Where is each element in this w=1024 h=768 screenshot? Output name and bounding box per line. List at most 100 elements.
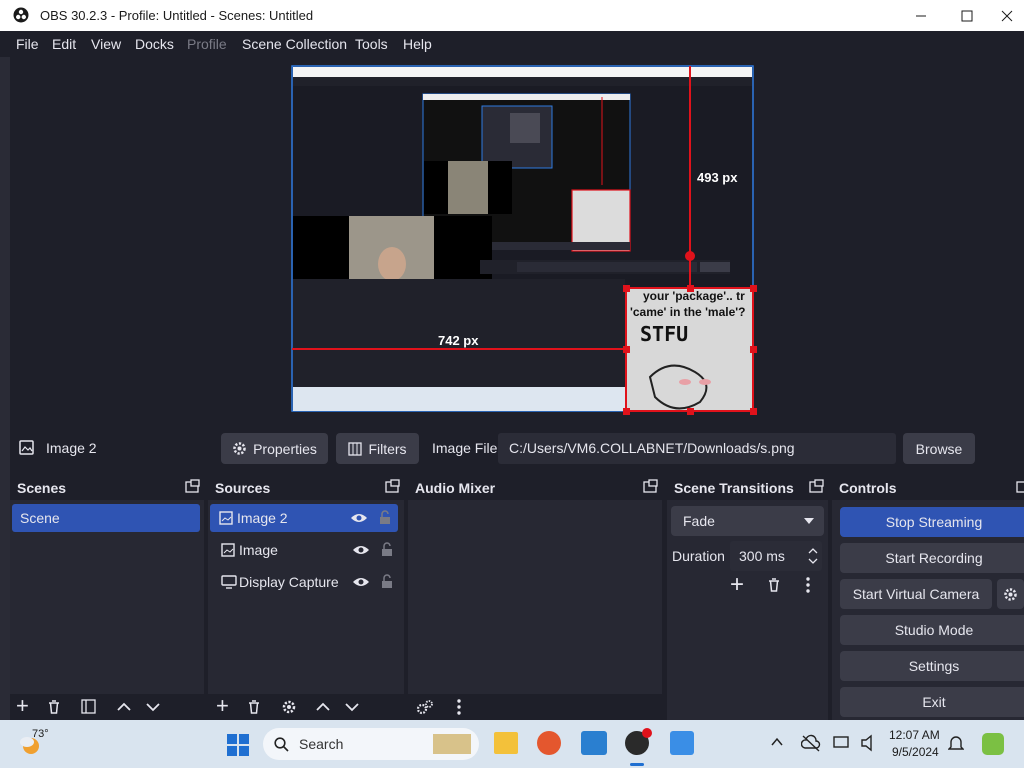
source-item[interactable]: Display Capture — [210, 568, 402, 596]
start-virtual-camera-button[interactable]: Start Virtual Camera — [840, 579, 992, 609]
move-source-down-button[interactable] — [344, 699, 360, 715]
undock-icon[interactable] — [809, 479, 824, 493]
more-options-button[interactable] — [455, 698, 463, 716]
transition-value: Fade — [683, 513, 715, 529]
properties-button[interactable]: Properties — [221, 433, 328, 464]
close-button[interactable] — [990, 0, 1024, 31]
meme-caption-line-3: STFU — [640, 322, 689, 346]
menu-profile[interactable]: Profile — [187, 36, 227, 52]
cloud-off-icon[interactable] — [801, 734, 821, 752]
add-source-button[interactable]: + — [216, 694, 229, 718]
lock-icon[interactable] — [381, 574, 393, 589]
plus-icon: + — [730, 571, 745, 598]
transition-select[interactable]: Fade — [671, 506, 824, 536]
undock-icon[interactable] — [1016, 479, 1024, 493]
virtual-camera-settings-button[interactable] — [997, 579, 1024, 609]
controls-dock: Controls Stop Streaming Start Recording … — [832, 474, 1024, 720]
remove-scene-button[interactable] — [46, 699, 62, 715]
source-properties-button[interactable] — [281, 699, 297, 715]
eye-icon[interactable] — [352, 576, 370, 588]
remove-source-button[interactable] — [246, 699, 262, 715]
studio-mode-button[interactable]: Studio Mode — [840, 615, 1024, 645]
move-scene-up-button[interactable] — [116, 699, 132, 715]
eye-icon[interactable] — [352, 544, 370, 556]
monitor-icon — [221, 575, 237, 589]
obs-logo-icon — [13, 7, 29, 23]
exit-button[interactable]: Exit — [840, 687, 1024, 717]
person-photo-small — [448, 161, 488, 214]
menu-edit[interactable]: Edit — [52, 36, 76, 52]
gear-icon — [1004, 587, 1017, 601]
nested-title-bar — [293, 67, 752, 77]
scene-filters-button[interactable] — [81, 699, 97, 715]
volume-muted-icon[interactable] — [860, 734, 878, 752]
menu-view[interactable]: View — [91, 36, 121, 52]
menu-tools[interactable]: Tools — [355, 36, 388, 52]
gears-icon — [416, 700, 433, 715]
clock-date[interactable]: 9/5/2024 — [892, 745, 939, 759]
notification-bell-icon[interactable] — [948, 734, 964, 752]
close-icon — [1001, 10, 1013, 21]
source-item[interactable]: Image — [210, 536, 402, 564]
undock-icon[interactable] — [185, 479, 200, 493]
filters-button[interactable]: Filters — [336, 433, 419, 464]
advanced-audio-settings-button[interactable] — [416, 699, 434, 715]
search-icon — [274, 737, 289, 752]
transition-properties-button[interactable] — [804, 576, 812, 594]
eye-icon[interactable] — [350, 512, 368, 524]
gear-icon — [282, 700, 296, 714]
move-scene-down-button[interactable] — [145, 699, 161, 715]
menu-scene-collection[interactable]: Scene Collection — [242, 36, 347, 52]
scene-item-label: Scene — [20, 510, 60, 526]
copilot-icon[interactable] — [982, 733, 1004, 755]
scenes-toolbar: + — [10, 694, 204, 720]
nested-meme-image — [571, 189, 631, 252]
taskbar-search-box[interactable]: Search — [263, 728, 479, 760]
search-highlight-icon — [433, 734, 471, 754]
source-item[interactable]: Image 2 — [210, 504, 398, 532]
photos-icon[interactable] — [581, 731, 607, 755]
menu-help[interactable]: Help — [403, 36, 432, 52]
add-scene-button[interactable]: + — [16, 694, 29, 718]
undock-icon[interactable] — [643, 479, 658, 493]
audio-mixer-header: Audio Mixer — [408, 474, 662, 500]
start-recording-button[interactable]: Start Recording — [840, 543, 1024, 573]
maximize-button[interactable] — [944, 0, 990, 31]
menu-file[interactable]: File — [16, 36, 39, 52]
spin-arrows-icon[interactable] — [808, 546, 818, 566]
clock-time[interactable]: 12:07 AM — [889, 728, 940, 742]
move-source-up-button[interactable] — [315, 699, 331, 715]
lock-icon[interactable] — [379, 510, 391, 525]
chevron-up-icon[interactable] — [771, 737, 783, 747]
paint-icon[interactable] — [670, 731, 694, 755]
nested-menu-bar — [293, 77, 752, 86]
undock-icon[interactable] — [385, 479, 400, 493]
minimize-button[interactable] — [898, 0, 944, 31]
height-guide-handle[interactable] — [685, 251, 695, 261]
duration-spinbox[interactable]: 300 ms — [730, 541, 822, 571]
sources-list: Image 2 Image Display Capture — [210, 504, 402, 690]
minimize-icon — [916, 15, 926, 16]
search-placeholder: Search — [299, 736, 344, 752]
add-transition-button[interactable]: + — [730, 572, 744, 598]
stop-streaming-label: Stop Streaming — [885, 514, 983, 530]
scene-item[interactable]: Scene — [12, 504, 200, 532]
meme-blush — [699, 379, 711, 385]
preview-canvas[interactable] — [0, 57, 1024, 419]
audio-mixer-toolbar — [408, 694, 662, 720]
windows-start-icon[interactable] — [227, 734, 249, 756]
file-explorer-icon[interactable] — [494, 732, 518, 754]
stop-streaming-button[interactable]: Stop Streaming — [840, 507, 1024, 537]
trash-icon — [249, 700, 259, 714]
menu-docks[interactable]: Docks — [135, 36, 174, 52]
image-file-path-field[interactable]: C:/Users/VM6.COLLABNET/Downloads/s.png — [498, 433, 896, 464]
lock-icon[interactable] — [381, 542, 393, 557]
controls-header: Controls — [832, 474, 1024, 500]
filter-icon — [81, 699, 96, 714]
network-icon[interactable] — [833, 735, 851, 751]
firefox-icon[interactable] — [537, 731, 561, 755]
remove-transition-button[interactable] — [766, 577, 782, 593]
browse-button[interactable]: Browse — [903, 433, 975, 464]
settings-button[interactable]: Settings — [840, 651, 1024, 681]
scenes-dock: Scenes Scene + — [10, 474, 204, 720]
